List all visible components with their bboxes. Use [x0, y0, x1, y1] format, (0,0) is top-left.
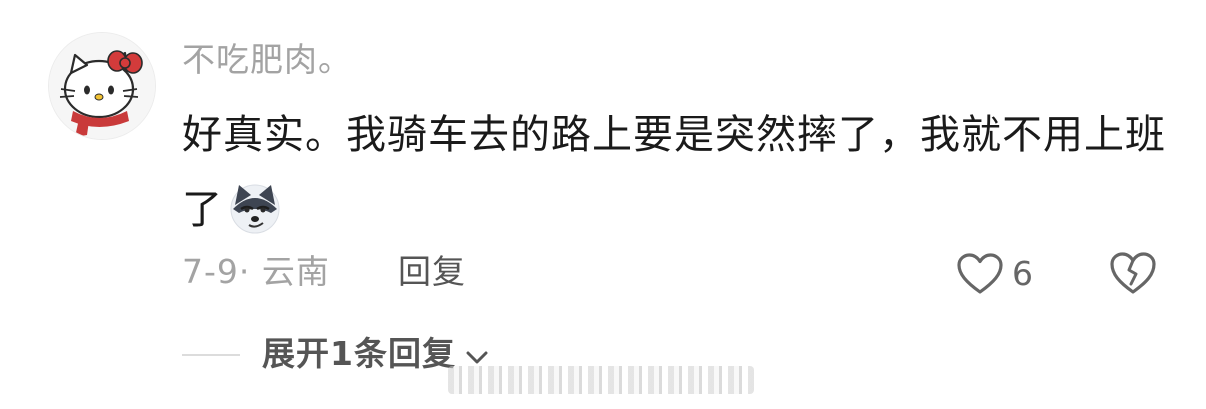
reply-button[interactable]: 回复 [398, 248, 466, 296]
like-button[interactable]: 6 [956, 250, 1033, 298]
comment-text: 好真实。我骑车去的路上要是突然摔了，我就不用上班了 [182, 98, 1172, 248]
heart-outline-icon [957, 253, 1003, 294]
dislike-button[interactable] [1108, 250, 1158, 296]
expand-replies-label: 展开1条回复 [262, 334, 456, 373]
reply-divider [182, 354, 240, 356]
watermark-overlay [448, 366, 754, 394]
husky-smirk-emoji-icon [227, 179, 283, 235]
comment-body: 好真实。我骑车去的路上要是突然摔了，我就不用上班了 [182, 112, 1166, 233]
comment-date-location: 7-9· 云南 [182, 252, 330, 291]
broken-heart-icon [1110, 252, 1156, 294]
hello-kitty-avatar-icon [49, 33, 155, 139]
username[interactable]: 不吃肥肉。 [182, 36, 352, 84]
chevron-down-icon [466, 351, 488, 365]
like-count: 6 [1012, 254, 1033, 293]
avatar[interactable] [48, 32, 156, 140]
